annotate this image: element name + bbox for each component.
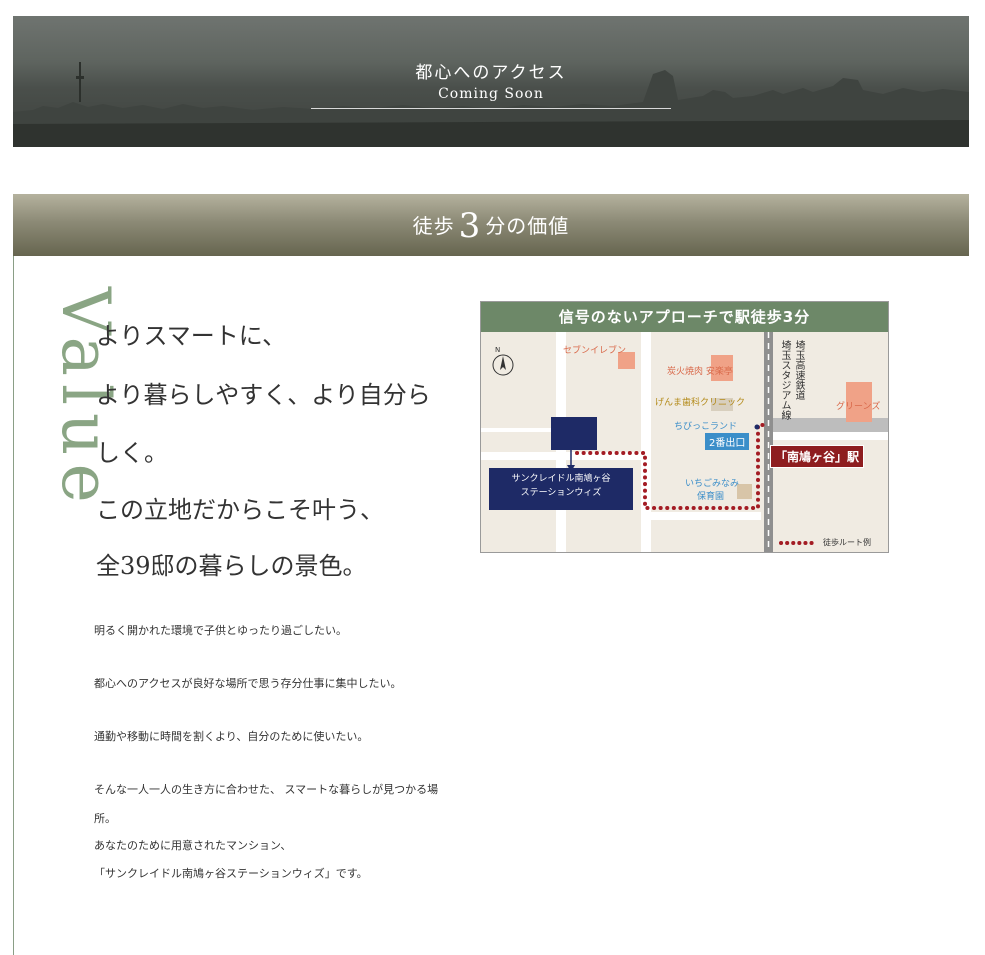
label-yakiniku: 炭火焼肉 安楽亭 <box>667 367 733 377</box>
lead-line: この立地だからこそ叶う、 <box>96 496 384 524</box>
label-seven-eleven: セブンイレブン <box>563 346 627 356</box>
label-nursery-line2: 保育園 <box>697 492 725 502</box>
road <box>773 432 888 440</box>
body-line: 明るく開かれた環境で子供とゆったり過ごしたい。 <box>94 624 347 637</box>
property-building <box>551 417 597 450</box>
body-line: 所。 <box>94 812 116 825</box>
label-rail-line-2: 埼玉スタジアム線 <box>779 340 790 420</box>
banner-subtitle: Coming Soon <box>438 86 544 102</box>
label-chibikko-land: ちびっこランド <box>674 422 738 432</box>
road <box>481 428 556 432</box>
lead-line: しく。 <box>96 439 168 467</box>
lead-line: より暮らしやすく、より自分ら <box>96 381 431 409</box>
access-banner: 都心へのアクセス Coming Soon <box>13 16 969 147</box>
nursery-block <box>737 484 752 499</box>
label-greens: グリーンズ <box>836 402 881 412</box>
label-rail-line-1: 埼玉高速鉄道 <box>793 340 804 400</box>
property-label-line2: ステーションウィズ <box>520 488 602 498</box>
label-nursery-line1: いちごみなみ <box>685 479 740 489</box>
body-line: 通勤や移動に時間を割くより、自分のために使いたい。 <box>94 730 369 743</box>
lead-line: よりスマートに、 <box>96 322 287 350</box>
label-dental-clinic: げんま歯科クリニック <box>655 398 746 408</box>
label-exit-2: 2番出口 <box>705 433 750 450</box>
body-line: 「サンクレイドル南鳩ヶ谷ステーションウィズ」です。 <box>94 867 368 880</box>
section-header-bar: 徒歩 3 分の価値 <box>13 194 969 256</box>
section-title-number: 3 <box>458 206 482 246</box>
banner-divider <box>311 108 671 109</box>
legend-label: 徒歩ルート例 <box>823 538 871 547</box>
property-label: サンクレイドル南鳩ヶ谷 ステーションウィズ <box>489 468 633 510</box>
body-line: 都心へのアクセスが良好な場所で思う存分仕事に集中したい。 <box>94 677 402 690</box>
compass-north-label: N <box>495 346 501 354</box>
lead-line: 全39邸の暮らしの景色。 <box>96 552 367 580</box>
body-line: そんな一人一人の生き方に合わせた、 スマートな暮らしが見つかる場 <box>94 783 439 796</box>
property-label-line1: サンクレイドル南鳩ヶ谷 <box>511 474 611 484</box>
section-title: 徒歩 3 分の価値 <box>13 206 969 246</box>
section-title-post: 分の価値 <box>485 214 570 238</box>
section-title-pre: 徒歩 <box>412 214 455 238</box>
area-map: 信号のないアプローチで駅徒歩3分 N セブンイレブン 炭火焼肉 安楽亭 げんま歯… <box>480 301 889 553</box>
body-line: あなたのために用意されたマンション、 <box>94 839 292 852</box>
station-label: 「南鳩ヶ谷」駅 <box>770 445 865 468</box>
exit-marker <box>754 424 760 430</box>
map-title: 信号のないアプローチで駅徒歩3分 <box>481 302 888 332</box>
road <box>641 332 651 552</box>
side-rule <box>13 256 14 955</box>
road <box>651 512 761 520</box>
banner-title: 都心へのアクセス <box>415 63 567 83</box>
